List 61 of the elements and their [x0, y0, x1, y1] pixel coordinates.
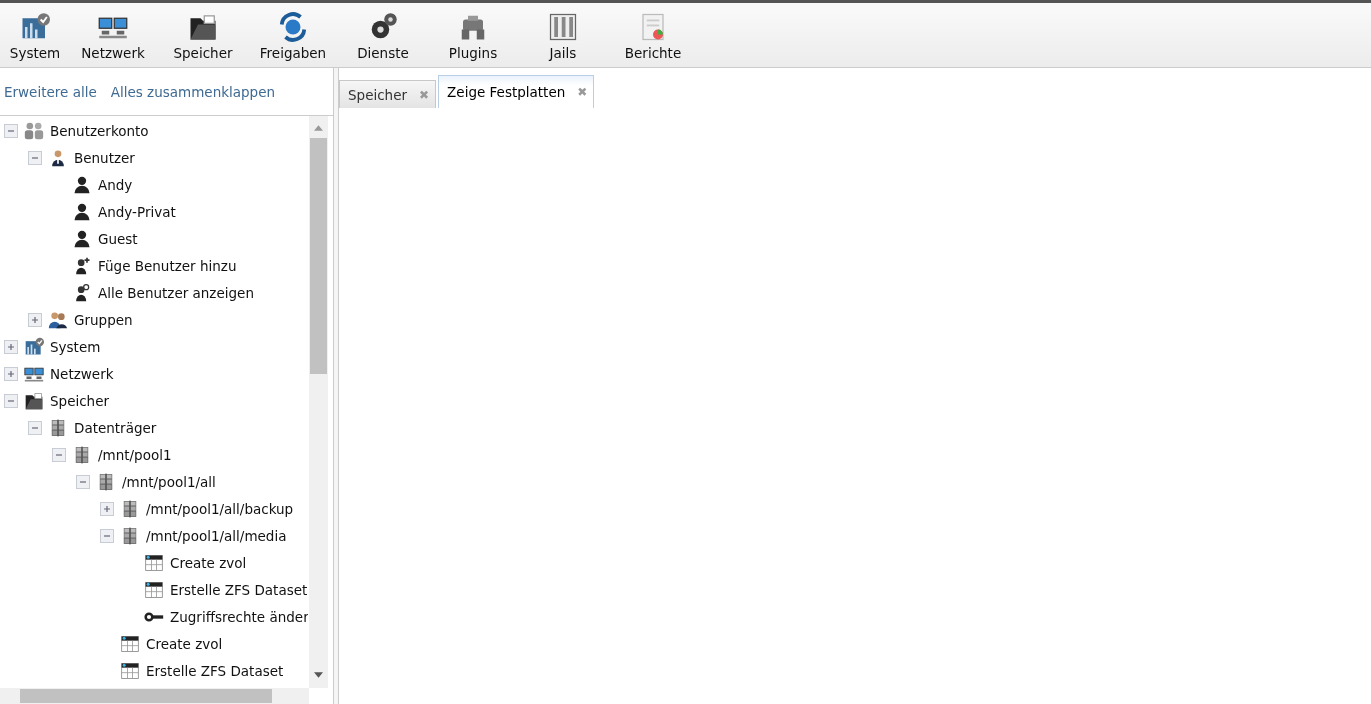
toolbar-button[interactable]: Freigaben — [248, 3, 338, 67]
tree-item[interactable]: Zugriffsrechte änder — [170, 608, 308, 625]
tree-item[interactable]: Alle Benutzer anzeigen — [98, 284, 254, 301]
user-icon — [72, 228, 92, 249]
user-icon — [72, 174, 92, 195]
table-icon — [120, 660, 140, 681]
tree-item[interactable]: Datenträger — [74, 419, 157, 436]
tab[interactable]: Zeige Festplatten ✖ — [438, 75, 595, 108]
tree-item[interactable]: /mnt/pool1/all/media — [146, 527, 287, 544]
toolbar-button[interactable]: System — [2, 3, 68, 67]
tree-item[interactable]: Erstelle ZFS Dataset — [146, 662, 284, 679]
toolbar-button[interactable]: Speicher — [158, 3, 248, 67]
tree-item[interactable]: /mnt/pool1/all/backup — [146, 500, 294, 517]
tree-action-link[interactable]: Erweitere alle — [4, 83, 97, 100]
expand-toggle[interactable] — [4, 339, 18, 354]
tree-item[interactable]: Speicher — [50, 392, 110, 409]
user-icon — [72, 201, 92, 222]
toolbar-button[interactable]: Jails — [518, 3, 608, 67]
scroll-up-icon[interactable] — [314, 125, 323, 131]
expand-toggle[interactable] — [28, 312, 42, 327]
table-icon — [144, 552, 164, 573]
tree-item[interactable]: Benutzerkonto — [50, 122, 149, 139]
tree-item[interactable]: Andy — [98, 176, 133, 193]
table-icon — [120, 633, 140, 654]
vertical-scrollbar[interactable] — [309, 116, 328, 688]
collapse-toggle[interactable] — [4, 123, 18, 138]
table-icon — [144, 579, 164, 600]
collapse-toggle[interactable] — [52, 447, 66, 462]
tree-item[interactable]: /mnt/pool1/all — [122, 473, 216, 490]
tree-item[interactable]: Füge Benutzer hinzu — [98, 257, 237, 274]
tree-item[interactable]: Create zvol — [170, 554, 247, 571]
tree-item[interactable]: Guest — [98, 230, 138, 247]
tree-item[interactable]: Erstelle ZFS Dataset — [170, 581, 308, 598]
toolbar-button[interactable]: Berichte — [608, 3, 698, 67]
collapse-toggle[interactable] — [28, 420, 42, 435]
bars-icon — [548, 12, 578, 42]
tree-item[interactable]: System — [50, 338, 101, 355]
collapse-toggle[interactable] — [28, 150, 42, 165]
folder-icon — [24, 390, 44, 411]
folder-icon — [188, 12, 218, 42]
tree-item[interactable]: Benutzer — [74, 149, 135, 166]
tree-item[interactable]: Netzwerk — [50, 365, 114, 382]
tree-item[interactable]: Gruppen — [74, 311, 133, 328]
tree-action-link[interactable]: Alles zusammenklappen — [110, 83, 276, 100]
toolbar-button[interactable]: Dienste — [338, 3, 428, 67]
panel-splitter[interactable] — [333, 68, 339, 704]
collapse-toggle[interactable] — [100, 528, 114, 543]
collapse-toggle[interactable] — [76, 474, 90, 489]
tree-item[interactable]: Create zvol — [146, 635, 223, 652]
toolbar-button[interactable]: Netzwerk — [68, 3, 158, 67]
users-icon — [24, 120, 44, 141]
tree-item[interactable]: /mnt/pool1 — [98, 446, 172, 463]
expand-toggle[interactable] — [100, 501, 114, 516]
expand-toggle[interactable] — [4, 366, 18, 381]
tree-item[interactable]: Andy-Privat — [98, 203, 176, 220]
scroll-down-icon[interactable] — [314, 672, 323, 678]
chart-icon — [24, 336, 44, 357]
toolbar-button[interactable]: Plugins — [428, 3, 518, 67]
tab[interactable]: Speicher ✖ — [339, 80, 437, 108]
collapse-toggle[interactable] — [4, 393, 18, 408]
horizontal-scrollbar[interactable] — [0, 688, 309, 704]
